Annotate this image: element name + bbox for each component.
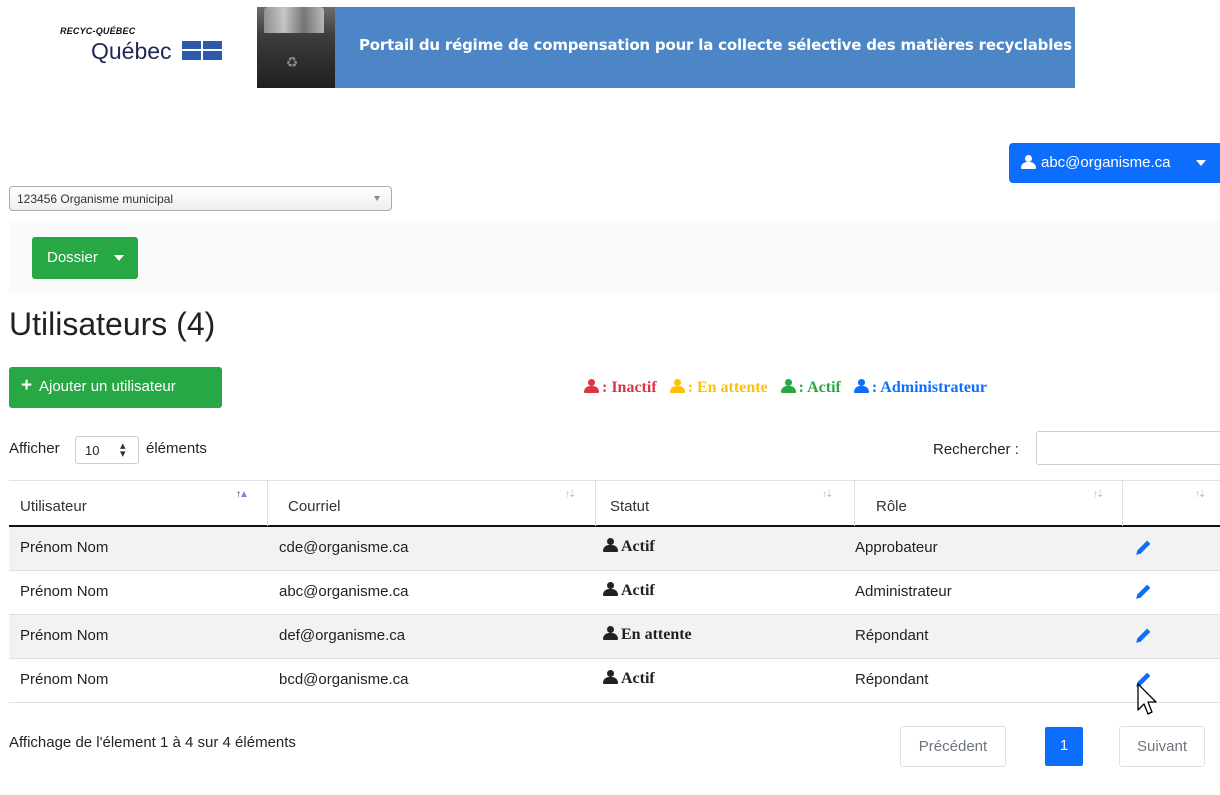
column-header-email[interactable]: Courriel ↑⇣ bbox=[268, 481, 596, 526]
user-icon bbox=[853, 379, 869, 393]
sort-icon: ↑⇣ bbox=[822, 489, 833, 500]
user-icon bbox=[780, 379, 796, 393]
legend-inactive-label: : Inactif bbox=[602, 379, 657, 396]
cell-user: Prénom Nom bbox=[20, 539, 109, 556]
pencil-icon[interactable] bbox=[1135, 584, 1151, 600]
column-header-status[interactable]: Statut ↑⇣ bbox=[596, 481, 855, 526]
status-label: Actif bbox=[621, 582, 655, 599]
cell-user: Prénom Nom bbox=[20, 583, 109, 600]
legend-active: : Actif bbox=[780, 379, 841, 396]
table-row: Prénom Nom abc@organisme.ca Actif Admini… bbox=[9, 571, 1220, 615]
legend-admin-label: : Administrateur bbox=[871, 379, 987, 396]
cell-email: bcd@organisme.ca bbox=[279, 671, 409, 688]
table-row: Prénom Nom cde@organisme.ca Actif Approb… bbox=[9, 527, 1220, 571]
column-header-actions[interactable]: ↑⇣ bbox=[1123, 481, 1220, 526]
status-label: En attente bbox=[621, 626, 692, 643]
cell-email: cde@organisme.ca bbox=[279, 539, 409, 556]
legend-active-label: : Actif bbox=[798, 379, 841, 396]
user-icon bbox=[603, 626, 618, 640]
cell-user: Prénom Nom bbox=[20, 627, 109, 644]
quebec-flag-icon bbox=[182, 41, 222, 60]
cell-status: Actif bbox=[603, 582, 655, 600]
table-row: Prénom Nom def@organisme.ca En attente R… bbox=[9, 615, 1220, 659]
current-page-button[interactable]: 1 bbox=[1045, 727, 1083, 766]
recycle-symbol-icon: ♻ bbox=[285, 54, 299, 70]
cell-role: Approbateur bbox=[855, 539, 938, 556]
table-info: Affichage de l'élement 1 à 4 sur 4 éléme… bbox=[9, 734, 296, 751]
sort-icon: ↑⇣ bbox=[1093, 489, 1104, 500]
cell-status: En attente bbox=[603, 626, 692, 644]
status-label: Actif bbox=[621, 538, 655, 555]
select-arrow-icon bbox=[374, 196, 380, 201]
pencil-icon[interactable] bbox=[1135, 628, 1151, 644]
elements-label: éléments bbox=[146, 440, 207, 457]
quebec-logo-text: Québec bbox=[91, 38, 172, 64]
status-legend: : Inactif : En attente : Actif : Adminis… bbox=[584, 379, 996, 397]
legend-pending-label: : En attente bbox=[687, 379, 768, 396]
recyclables-image bbox=[264, 7, 324, 33]
plus-icon: + bbox=[21, 375, 33, 396]
caret-down-icon bbox=[1196, 160, 1206, 166]
dossier-menu-label: Dossier bbox=[47, 249, 98, 266]
show-label: Afficher bbox=[9, 440, 60, 457]
organization-select[interactable]: 123456 Organisme municipal bbox=[9, 186, 392, 211]
add-user-button[interactable]: + Ajouter un utilisateur bbox=[9, 367, 222, 408]
user-icon bbox=[1021, 155, 1036, 169]
search-label: Rechercher : bbox=[933, 441, 1019, 458]
cell-status: Actif bbox=[603, 670, 655, 688]
user-icon bbox=[669, 379, 685, 393]
user-menu-label: abc@organisme.ca bbox=[1041, 154, 1171, 171]
cell-role: Répondant bbox=[855, 671, 929, 688]
cell-email: abc@organisme.ca bbox=[279, 583, 409, 600]
sort-icon: ↑⇣ bbox=[1195, 489, 1206, 500]
sort-asc-icon: ↑▲ bbox=[236, 489, 249, 500]
user-icon bbox=[603, 538, 618, 552]
column-header-user[interactable]: Utilisateur ↑▲ bbox=[9, 481, 268, 526]
column-header-label: Statut bbox=[610, 498, 650, 515]
table-header: Utilisateur ↑▲ Courriel ↑⇣ Statut ↑⇣ Rôl… bbox=[9, 480, 1220, 527]
pencil-icon[interactable] bbox=[1135, 540, 1151, 556]
dossier-menu-button[interactable]: Dossier bbox=[32, 237, 138, 279]
cell-user: Prénom Nom bbox=[20, 671, 109, 688]
legend-pending: : En attente bbox=[669, 379, 768, 396]
column-header-role[interactable]: Rôle ↑⇣ bbox=[855, 481, 1123, 526]
page-length-value: 10 bbox=[85, 443, 100, 458]
status-label: Actif bbox=[621, 670, 655, 687]
user-menu-button[interactable]: abc@organisme.ca bbox=[1009, 143, 1220, 183]
cell-email: def@organisme.ca bbox=[279, 627, 406, 644]
organization-select-value: 123456 Organisme municipal bbox=[17, 192, 174, 206]
page-length-select[interactable]: 10 ▴ ▾ bbox=[75, 436, 139, 464]
dossier-toolbar bbox=[9, 221, 1220, 293]
users-table: Utilisateur ↑▲ Courriel ↑⇣ Statut ↑⇣ Rôl… bbox=[9, 480, 1220, 708]
user-icon bbox=[603, 582, 618, 596]
cell-role: Répondant bbox=[855, 627, 929, 644]
recyc-quebec-logo-text: RECYC-QUÉBEC bbox=[60, 26, 136, 36]
user-icon bbox=[584, 379, 599, 393]
select-updown-icon: ▴ ▾ bbox=[120, 440, 126, 460]
user-icon bbox=[603, 670, 618, 684]
cell-status: Actif bbox=[603, 538, 655, 556]
caret-down-icon bbox=[114, 255, 124, 261]
current-page-label: 1 bbox=[1059, 737, 1069, 754]
next-page-label: Suivant bbox=[1136, 738, 1188, 755]
table-row: Prénom Nom bcd@organisme.ca Actif Répond… bbox=[9, 659, 1220, 703]
column-header-label: Rôle bbox=[876, 498, 907, 515]
cell-role: Administrateur bbox=[855, 583, 952, 600]
previous-page-button[interactable]: Précédent bbox=[900, 726, 1006, 767]
legend-admin: : Administrateur bbox=[853, 379, 987, 396]
next-page-button[interactable]: Suivant bbox=[1119, 726, 1205, 767]
page-title: Utilisateurs (4) bbox=[9, 306, 216, 342]
legend-inactive: : Inactif bbox=[584, 379, 657, 396]
previous-page-label: Précédent bbox=[918, 738, 988, 755]
mouse-pointer-icon bbox=[1137, 683, 1157, 715]
column-header-label: Courriel bbox=[288, 498, 341, 515]
banner-title: Portail du régime de compensation pour l… bbox=[359, 36, 1072, 54]
search-input[interactable] bbox=[1036, 431, 1220, 465]
sort-icon: ↑⇣ bbox=[565, 489, 576, 500]
add-user-label: Ajouter un utilisateur bbox=[39, 378, 176, 395]
column-header-label: Utilisateur bbox=[20, 498, 87, 515]
